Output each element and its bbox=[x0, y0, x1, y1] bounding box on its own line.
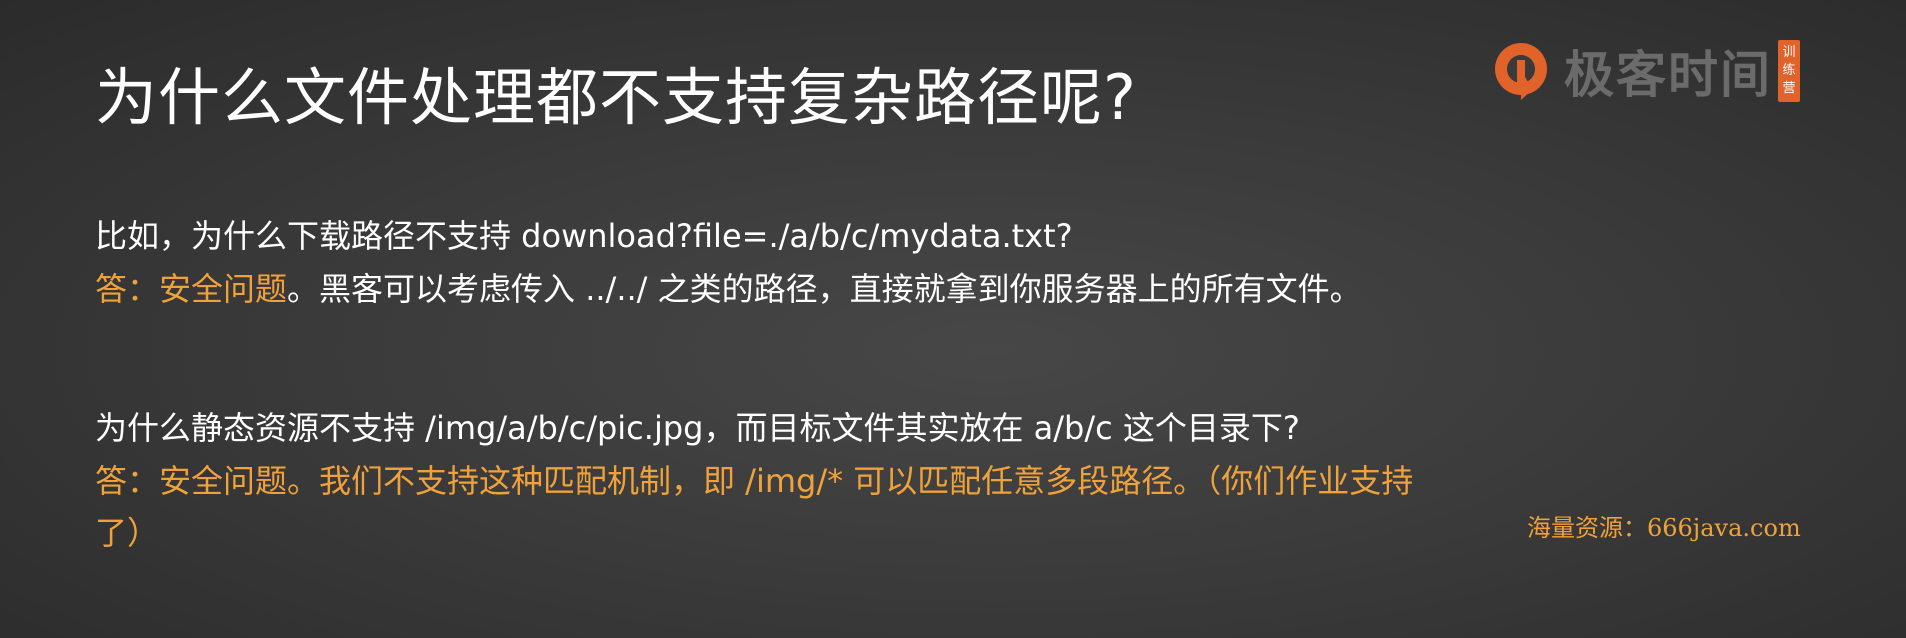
logo-badge: 训练营 bbox=[1778, 40, 1800, 102]
brand-logo: 极客时间 训练营 bbox=[1488, 36, 1800, 106]
answer-1-detail: 。黑客可以考虑传入 ../../ 之类的路径，直接就拿到你服务器上的所有文件。 bbox=[287, 270, 1362, 308]
watermark: 海量资源：666java.com bbox=[1527, 514, 1801, 542]
logo-name: 极客时间 bbox=[1564, 46, 1772, 104]
answer-1-label: 答：安全问题 bbox=[95, 270, 288, 308]
answer-2-line-1: 答：安全问题。我们不支持这种匹配机制，即 /img/* 可以匹配任意多段路径。（… bbox=[95, 462, 1414, 500]
answer-1: 答：安全问题。黑客可以考虑传入 ../../ 之类的路径，直接就拿到你服务器上的… bbox=[95, 263, 1362, 315]
question-2: 为什么静态资源不支持 /img/a/b/c/pic.jpg，而目标文件其实放在 … bbox=[95, 409, 1300, 447]
logo-mark-icon bbox=[1488, 38, 1554, 104]
slide-title: 为什么文件处理都不支持复杂路径呢? bbox=[95, 61, 1137, 134]
question-1: 比如，为什么下载路径不支持 download?file=./a/b/c/myda… bbox=[95, 217, 1073, 255]
answer-2-line-2: 了） bbox=[95, 514, 160, 552]
